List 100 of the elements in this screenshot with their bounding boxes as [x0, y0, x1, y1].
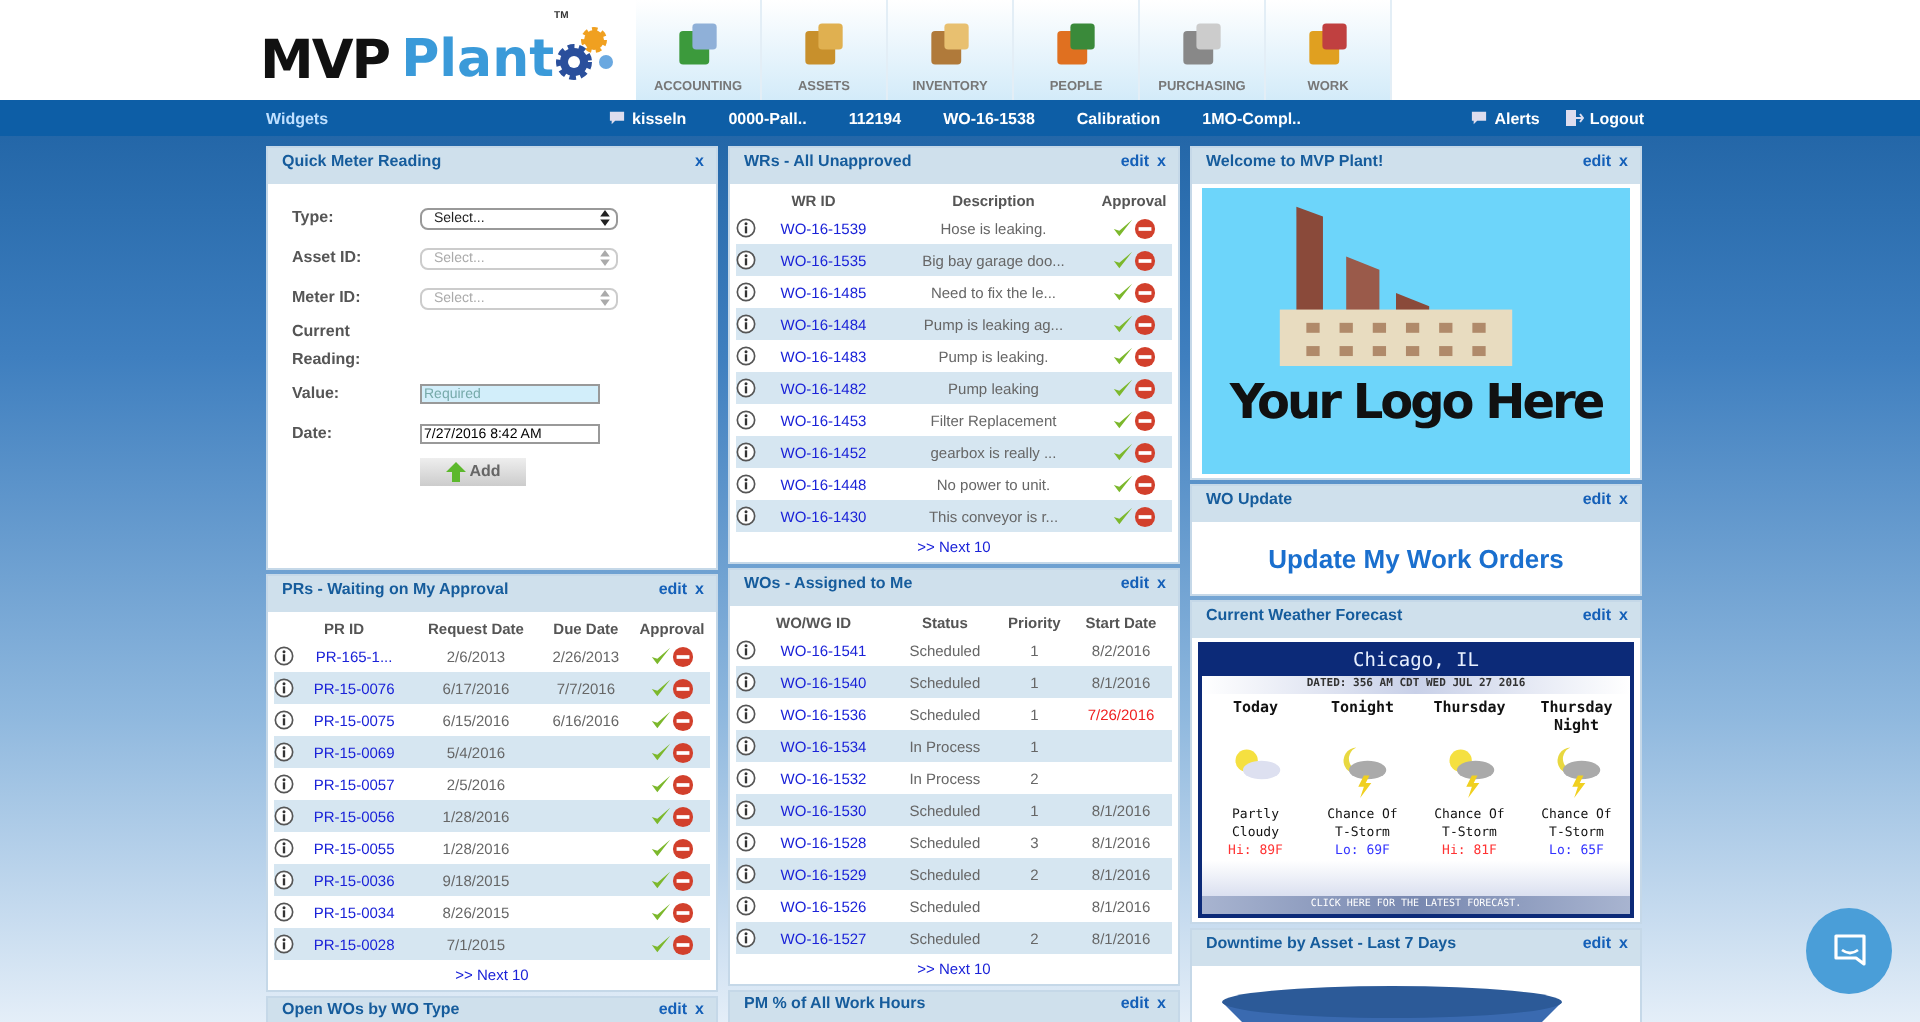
info-icon[interactable]	[274, 806, 294, 826]
info-icon[interactable]	[736, 832, 756, 852]
check-icon[interactable]	[650, 933, 672, 955]
check-icon[interactable]	[650, 709, 672, 731]
check-icon[interactable]	[650, 645, 672, 667]
close-link[interactable]: x	[695, 1000, 704, 1018]
info-icon[interactable]	[274, 870, 294, 890]
info-icon[interactable]	[274, 678, 294, 698]
close-link[interactable]: x	[695, 580, 704, 598]
close-link[interactable]: x	[1619, 934, 1628, 952]
info-icon[interactable]	[736, 896, 756, 916]
check-icon[interactable]	[650, 773, 672, 795]
user-link[interactable]: kisseln	[632, 109, 687, 127]
info-icon[interactable]	[736, 314, 756, 334]
recent-item-link[interactable]: 1MO-Compl..	[1202, 109, 1302, 127]
check-icon[interactable]	[1112, 473, 1134, 495]
logout-link[interactable]: Logout	[1589, 109, 1644, 127]
info-icon[interactable]	[736, 378, 756, 398]
info-icon[interactable]	[736, 218, 756, 238]
recent-item-link[interactable]: 112194	[848, 109, 902, 127]
check-icon[interactable]	[1112, 345, 1134, 367]
close-link[interactable]: x	[1157, 574, 1166, 592]
info-icon[interactable]	[736, 410, 756, 430]
info-icon[interactable]	[736, 768, 756, 788]
update-work-orders-link[interactable]: Update My Work Orders	[1268, 543, 1564, 573]
close-link[interactable]: x	[695, 152, 704, 170]
check-icon[interactable]	[1112, 377, 1134, 399]
close-link[interactable]: x	[1157, 994, 1166, 1012]
alerts-link[interactable]: Alerts	[1494, 109, 1540, 127]
edit-link[interactable]: edit	[1120, 994, 1150, 1012]
minus-circle-icon[interactable]	[1134, 249, 1156, 271]
info-icon[interactable]	[736, 442, 756, 462]
edit-link[interactable]: edit	[1582, 152, 1612, 170]
minus-circle-icon[interactable]	[1134, 409, 1156, 431]
minus-circle-icon[interactable]	[672, 805, 694, 827]
check-icon[interactable]	[1112, 313, 1134, 335]
check-icon[interactable]	[650, 869, 672, 891]
info-icon[interactable]	[736, 282, 756, 302]
info-icon[interactable]	[736, 928, 756, 948]
info-icon[interactable]	[736, 736, 756, 756]
check-icon[interactable]	[650, 837, 672, 859]
add-button[interactable]: Add	[420, 457, 526, 485]
edit-link[interactable]: edit	[658, 580, 688, 598]
info-icon[interactable]	[736, 250, 756, 270]
recent-item-link[interactable]: WO-16-1538	[943, 109, 1035, 127]
check-icon[interactable]	[1112, 505, 1134, 527]
edit-link[interactable]: edit	[1582, 934, 1612, 952]
edit-link[interactable]: edit	[1582, 606, 1612, 624]
minus-circle-icon[interactable]	[672, 933, 694, 955]
info-icon[interactable]	[736, 800, 756, 820]
minus-circle-icon[interactable]	[1134, 441, 1156, 463]
info-icon[interactable]	[736, 474, 756, 494]
minus-circle-icon[interactable]	[1134, 313, 1156, 335]
recent-item-link[interactable]: Calibration	[1076, 109, 1161, 127]
check-icon[interactable]	[650, 805, 672, 827]
info-icon[interactable]	[274, 838, 294, 858]
edit-link[interactable]: edit	[1120, 574, 1150, 592]
info-icon[interactable]	[736, 640, 756, 660]
chat-button[interactable]	[1806, 908, 1892, 994]
info-icon[interactable]	[274, 774, 294, 794]
recent-item-link[interactable]: 0000-Pall..	[728, 109, 807, 127]
minus-circle-icon[interactable]	[672, 741, 694, 763]
info-icon[interactable]	[736, 672, 756, 692]
edit-link[interactable]: edit	[1582, 490, 1612, 508]
minus-circle-icon[interactable]	[672, 645, 694, 667]
info-icon[interactable]	[274, 646, 294, 666]
edit-link[interactable]: edit	[658, 1000, 688, 1018]
info-icon[interactable]	[736, 864, 756, 884]
close-link[interactable]: x	[1619, 490, 1628, 508]
minus-circle-icon[interactable]	[672, 773, 694, 795]
check-icon[interactable]	[650, 677, 672, 699]
check-icon[interactable]	[1112, 281, 1134, 303]
info-icon[interactable]	[736, 346, 756, 366]
minus-circle-icon[interactable]	[672, 837, 694, 859]
info-icon[interactable]	[274, 934, 294, 954]
minus-circle-icon[interactable]	[672, 709, 694, 731]
check-icon[interactable]	[650, 741, 672, 763]
check-icon[interactable]	[1112, 217, 1134, 239]
check-icon[interactable]	[1112, 441, 1134, 463]
minus-circle-icon[interactable]	[672, 901, 694, 923]
forecast-card[interactable]	[1198, 642, 1634, 918]
minus-circle-icon[interactable]	[1134, 473, 1156, 495]
check-icon[interactable]	[1112, 409, 1134, 431]
close-link[interactable]: x	[1619, 152, 1628, 170]
info-icon[interactable]	[736, 704, 756, 724]
minus-circle-icon[interactable]	[672, 869, 694, 891]
minus-circle-icon[interactable]	[672, 677, 694, 699]
minus-circle-icon[interactable]	[1134, 217, 1156, 239]
minus-circle-icon[interactable]	[1134, 281, 1156, 303]
widgets-link[interactable]: Widgets	[266, 109, 329, 127]
info-icon[interactable]	[274, 742, 294, 762]
close-link[interactable]: x	[1619, 606, 1628, 624]
info-icon[interactable]	[736, 506, 756, 526]
close-link[interactable]: x	[1157, 152, 1166, 170]
info-icon[interactable]	[274, 902, 294, 922]
edit-link[interactable]: edit	[1120, 152, 1150, 170]
check-icon[interactable]	[650, 901, 672, 923]
minus-circle-icon[interactable]	[1134, 377, 1156, 399]
check-icon[interactable]	[1112, 249, 1134, 271]
minus-circle-icon[interactable]	[1134, 345, 1156, 367]
